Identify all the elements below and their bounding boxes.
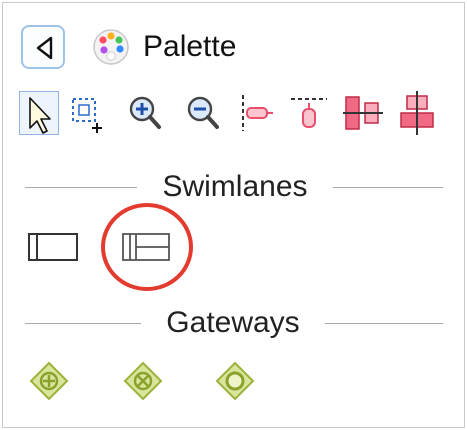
collapse-palette-button[interactable] xyxy=(21,25,65,69)
align-top-icon xyxy=(291,98,327,128)
align-middle-icon xyxy=(343,96,383,130)
divider xyxy=(333,187,443,188)
palette-panel: Palette Swimlanes Gateways xyxy=(2,2,465,428)
zoom-in-tool[interactable] xyxy=(125,91,165,135)
marquee-select-tool[interactable] xyxy=(67,91,107,135)
align-left-icon xyxy=(242,95,273,131)
zoom-out-tool[interactable] xyxy=(183,91,223,135)
inclusive-gateway-tool[interactable] xyxy=(215,361,255,401)
zoom-in-icon xyxy=(129,96,161,129)
triangle-left-icon xyxy=(36,36,53,60)
pointer-tool[interactable] xyxy=(19,91,59,135)
pool-tool[interactable] xyxy=(27,231,81,265)
palette-toolbar xyxy=(19,87,459,143)
paint-palette-icon xyxy=(93,29,129,65)
gateways-section-header[interactable]: Gateways xyxy=(25,303,443,343)
divider xyxy=(25,187,137,188)
palette-header: Palette xyxy=(3,3,464,81)
highlight-circle xyxy=(101,203,193,291)
swimlanes-section-header[interactable]: Swimlanes xyxy=(25,167,443,207)
pointer-icon xyxy=(29,97,51,134)
swimlanes-section-label: Swimlanes xyxy=(162,170,308,203)
marquee-select-icon xyxy=(72,98,102,133)
align-center-icon xyxy=(400,91,434,135)
zoom-out-icon xyxy=(187,96,219,129)
align-middle-tool[interactable] xyxy=(343,91,383,135)
divider xyxy=(325,323,443,324)
divider xyxy=(25,323,141,324)
palette-title: Palette xyxy=(143,30,237,63)
align-left-tool[interactable] xyxy=(237,91,277,135)
gateways-section-label: Gateways xyxy=(166,306,300,339)
exclusive-gateway-tool[interactable] xyxy=(29,361,69,401)
complex-gateway-tool[interactable] xyxy=(123,361,163,401)
align-center-tool[interactable] xyxy=(397,91,437,135)
align-top-tool[interactable] xyxy=(289,91,329,135)
